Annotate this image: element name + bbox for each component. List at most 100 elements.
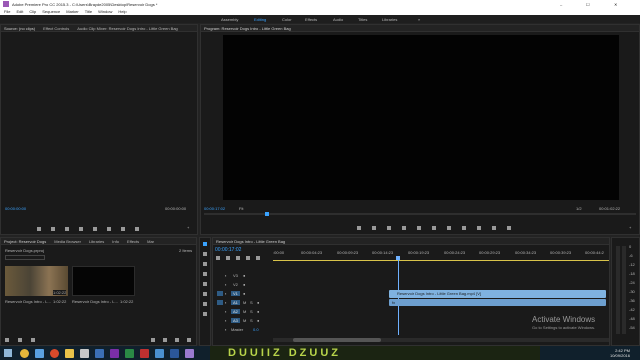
project-item[interactable]: 1:02:22 Reservoir Dogs Intro - L... 1:02… bbox=[5, 266, 68, 304]
tab-info[interactable]: Info bbox=[112, 239, 119, 244]
tab-sequence[interactable]: Reservoir Dogs Intro - Little Green Bag bbox=[216, 239, 285, 244]
go-to-out-icon[interactable] bbox=[462, 226, 466, 230]
source-add-button-icon[interactable]: + bbox=[187, 225, 189, 230]
source-patch-v1[interactable] bbox=[217, 291, 223, 296]
windows-start-icon[interactable] bbox=[4, 349, 12, 357]
snap-icon[interactable] bbox=[226, 256, 230, 260]
tab-project[interactable]: Project: Reservoir Dogs bbox=[4, 239, 46, 244]
workspace-libraries[interactable]: Libraries bbox=[382, 17, 397, 22]
selection-tool-icon[interactable] bbox=[203, 242, 207, 246]
audio-clip[interactable]: fx bbox=[389, 299, 606, 306]
eye-icon[interactable]: ● bbox=[243, 291, 245, 296]
ie-icon[interactable] bbox=[35, 348, 44, 358]
find-icon[interactable] bbox=[163, 338, 167, 342]
insert-icon[interactable] bbox=[107, 227, 111, 231]
extract-icon[interactable] bbox=[492, 226, 496, 230]
timeline-timecode[interactable]: 00:00:17:02 bbox=[215, 247, 241, 253]
lock-icon[interactable]: ▪ bbox=[225, 282, 226, 287]
timeline-scroll-thumb[interactable] bbox=[293, 338, 381, 342]
resolution-select[interactable]: 1/2 bbox=[576, 206, 582, 211]
video-clip[interactable]: Reservoir Dogs Intro - Little Green Bag.… bbox=[389, 290, 606, 298]
zoom-tool-icon[interactable] bbox=[203, 312, 207, 316]
app-icon[interactable] bbox=[95, 348, 104, 358]
play-icon[interactable] bbox=[432, 226, 436, 230]
slip-tool-icon[interactable] bbox=[203, 282, 207, 286]
wrench-icon[interactable] bbox=[256, 256, 260, 260]
lock-icon[interactable]: ▪ bbox=[225, 327, 226, 332]
track-select-tool-icon[interactable] bbox=[203, 252, 207, 256]
solo-button[interactable]: S bbox=[250, 309, 253, 314]
track-label[interactable]: A3 bbox=[231, 318, 240, 323]
mute-button[interactable]: M bbox=[243, 300, 246, 305]
zoom-slider-icon[interactable] bbox=[31, 338, 35, 342]
add-marker-icon[interactable] bbox=[246, 256, 250, 260]
play-icon[interactable] bbox=[79, 227, 83, 231]
time-ruler[interactable]: :00:00 00:00:04:23 00:00:09:23 00:00:14:… bbox=[273, 250, 609, 261]
source-timecode[interactable]: 00:00:00:00 bbox=[5, 206, 26, 211]
menu-edit[interactable]: Edit bbox=[16, 9, 23, 14]
tab-audio-clip-mixer[interactable]: Audio Clip Mixer: Reservoir Dogs Intro -… bbox=[77, 26, 177, 31]
nest-icon[interactable] bbox=[216, 256, 220, 260]
firefox-icon[interactable] bbox=[50, 348, 59, 358]
workspace-effects[interactable]: Effects bbox=[305, 17, 317, 22]
app-icon[interactable] bbox=[185, 348, 194, 358]
step-back-icon[interactable] bbox=[417, 226, 421, 230]
workspaces-overflow-button[interactable]: » bbox=[418, 17, 420, 22]
workspace-titles[interactable]: Titles bbox=[358, 17, 367, 22]
overwrite-icon[interactable] bbox=[121, 227, 125, 231]
solo-button[interactable]: S bbox=[250, 318, 253, 323]
lock-icon[interactable]: ▪ bbox=[225, 318, 226, 323]
lock-icon[interactable]: ▪ bbox=[225, 291, 226, 296]
master-volume-value[interactable]: 0.0 bbox=[253, 327, 259, 332]
clock[interactable]: 2:42 PM 10/09/2016 bbox=[600, 348, 630, 358]
lock-icon[interactable]: ▪ bbox=[225, 300, 226, 305]
step-forward-icon[interactable] bbox=[447, 226, 451, 230]
mark-in-icon[interactable] bbox=[372, 226, 376, 230]
export-frame-icon[interactable] bbox=[135, 227, 139, 231]
automate-icon[interactable] bbox=[151, 338, 155, 342]
menu-marker[interactable]: Marker bbox=[66, 9, 78, 14]
solo-button[interactable]: S bbox=[250, 300, 253, 305]
eye-icon[interactable]: ● bbox=[243, 273, 245, 278]
tab-media-browser[interactable]: Media Browser bbox=[54, 239, 81, 244]
list-view-icon[interactable] bbox=[5, 338, 9, 342]
tab-libraries[interactable]: Libraries bbox=[89, 239, 104, 244]
menu-title[interactable]: Title bbox=[85, 9, 92, 14]
project-search-input[interactable] bbox=[5, 255, 45, 260]
mute-button[interactable]: M bbox=[243, 309, 246, 314]
work-area-bar[interactable] bbox=[273, 260, 609, 261]
add-marker-icon[interactable] bbox=[357, 226, 361, 230]
app-icon[interactable] bbox=[80, 348, 89, 358]
program-timecode[interactable]: 00:00:17:02 bbox=[204, 206, 225, 211]
menu-sequence[interactable]: Sequence bbox=[42, 9, 60, 14]
microphone-icon[interactable]: ● bbox=[257, 300, 259, 305]
close-button[interactable]: ✕ bbox=[614, 2, 617, 7]
source-patch-a1[interactable] bbox=[217, 300, 223, 305]
mute-button[interactable]: M bbox=[243, 318, 246, 323]
program-add-button-icon[interactable]: + bbox=[629, 225, 631, 230]
menu-help[interactable]: Help bbox=[118, 9, 126, 14]
menu-window[interactable]: Window bbox=[98, 9, 112, 14]
lift-icon[interactable] bbox=[477, 226, 481, 230]
file-explorer-icon[interactable] bbox=[65, 348, 74, 358]
eye-icon[interactable]: ● bbox=[243, 282, 245, 287]
program-playhead-handle[interactable] bbox=[265, 212, 269, 216]
tab-source[interactable]: Source: (no clips) bbox=[4, 26, 35, 31]
minimize-button[interactable]: – bbox=[560, 2, 562, 7]
razor-tool-icon[interactable] bbox=[203, 272, 207, 276]
track-label[interactable]: V1 bbox=[231, 291, 240, 296]
step-back-icon[interactable] bbox=[65, 227, 69, 231]
timeline-scrollbar[interactable] bbox=[273, 338, 609, 342]
icon-view-icon[interactable] bbox=[18, 338, 22, 342]
mark-in-icon[interactable] bbox=[37, 227, 41, 231]
word-icon[interactable] bbox=[170, 348, 179, 358]
export-frame-icon[interactable] bbox=[507, 226, 511, 230]
mark-out-icon[interactable] bbox=[51, 227, 55, 231]
new-bin-icon[interactable] bbox=[175, 338, 179, 342]
workspace-assembly[interactable]: Assembly bbox=[221, 17, 238, 22]
app-icon[interactable] bbox=[140, 348, 149, 358]
zoom-select[interactable]: Fit bbox=[239, 206, 243, 211]
new-item-icon[interactable] bbox=[187, 338, 191, 342]
tab-markers[interactable]: Mar bbox=[147, 239, 154, 244]
app-icon[interactable] bbox=[125, 348, 134, 358]
